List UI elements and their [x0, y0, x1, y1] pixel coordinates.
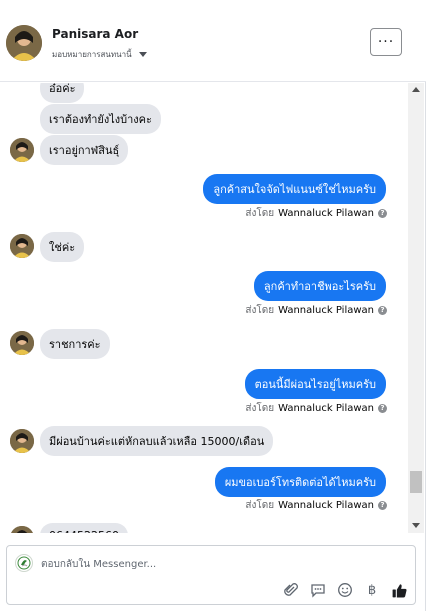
- scrollbar-thumb[interactable]: [410, 471, 422, 493]
- message-bubble-incoming: เราต้องทำยังไงบ้างคะ: [40, 104, 161, 134]
- messenger-panel: Panisara Aor มอบหมายการสนทนานี้ ··· อ๋อค…: [0, 0, 426, 611]
- page-logo-icon: [15, 554, 33, 572]
- baht-icon[interactable]: ฿: [363, 581, 381, 599]
- chat-bubble-icon[interactable]: [309, 581, 327, 599]
- paperclip-icon[interactable]: [282, 581, 300, 599]
- contact-avatar: [10, 331, 34, 355]
- agent-name: Wannaluck Pilawan: [278, 208, 374, 219]
- message-thread[interactable]: อ๋อค่ะ เราต้องทำยังไงบ้างคะ เราอยู่กาฬสิ…: [0, 83, 410, 533]
- message-bubble-incoming: 0644522560: [40, 523, 128, 533]
- caret-down-icon: [138, 52, 147, 57]
- message-bubble-outgoing: ผมขอเบอร์โทรติดต่อได้ไหมครับ: [214, 467, 386, 497]
- contact-avatar: [10, 526, 34, 533]
- sent-by-label: ส่งโดย Wannaluck Pilawan ?: [245, 206, 387, 221]
- thread-scrollbar[interactable]: [408, 83, 424, 533]
- reply-input[interactable]: [41, 555, 381, 573]
- conversation-header: Panisara Aor มอบหมายการสนทนานี้ ···: [0, 0, 426, 82]
- message-bubble-incoming: เราอยู่กาฬสินธุ์: [40, 135, 129, 165]
- agent-name: Wannaluck Pilawan: [278, 305, 374, 316]
- sent-by-label: ส่งโดย Wannaluck Pilawan ?: [245, 303, 387, 318]
- contact-avatar: [10, 234, 34, 258]
- contact-avatar: [10, 429, 34, 453]
- message-bubble-incoming: ใช่ค่ะ: [40, 232, 85, 262]
- message-bubble-incoming: อ๋อค่ะ: [40, 83, 85, 103]
- message-bubble-incoming: มีผ่อนบ้านค่ะแต่หักลบแล้วเหลือ 15000/เดื…: [40, 426, 274, 456]
- message-bubble-outgoing: ลูกค้าทำอาชีพอะไรครับ: [253, 271, 386, 301]
- info-icon[interactable]: ?: [378, 501, 387, 510]
- contact-name[interactable]: Panisara Aor: [52, 27, 138, 41]
- info-icon[interactable]: ?: [378, 404, 387, 413]
- message-bubble-outgoing: ลูกค้าสนใจจัดไฟแนนซ์ใช่ไหมครับ: [203, 174, 386, 204]
- assign-conversation-dropdown[interactable]: มอบหมายการสนทนานี้: [52, 48, 147, 61]
- scroll-down-arrow-icon[interactable]: [412, 523, 420, 528]
- agent-name: Wannaluck Pilawan: [278, 500, 374, 511]
- avatar[interactable]: [6, 25, 42, 61]
- scroll-up-arrow-icon[interactable]: [412, 87, 420, 92]
- assign-label: มอบหมายการสนทนานี้: [52, 50, 132, 59]
- info-icon[interactable]: ?: [378, 306, 387, 315]
- info-icon[interactable]: ?: [378, 209, 387, 218]
- agent-name: Wannaluck Pilawan: [278, 403, 374, 414]
- message-bubble-outgoing: ตอนนี้มีผ่อนไรอยู่ไหมครับ: [244, 369, 386, 399]
- message-bubble-incoming: ราชการค่ะ: [40, 329, 110, 359]
- contact-avatar: [10, 138, 34, 162]
- emoji-icon[interactable]: [336, 581, 354, 599]
- sent-by-label: ส่งโดย Wannaluck Pilawan ?: [245, 498, 387, 513]
- more-options-button[interactable]: ···: [370, 28, 402, 56]
- reply-composer: ฿: [6, 545, 416, 605]
- thumbs-up-icon[interactable]: [390, 581, 408, 599]
- sent-by-label: ส่งโดย Wannaluck Pilawan ?: [245, 401, 387, 416]
